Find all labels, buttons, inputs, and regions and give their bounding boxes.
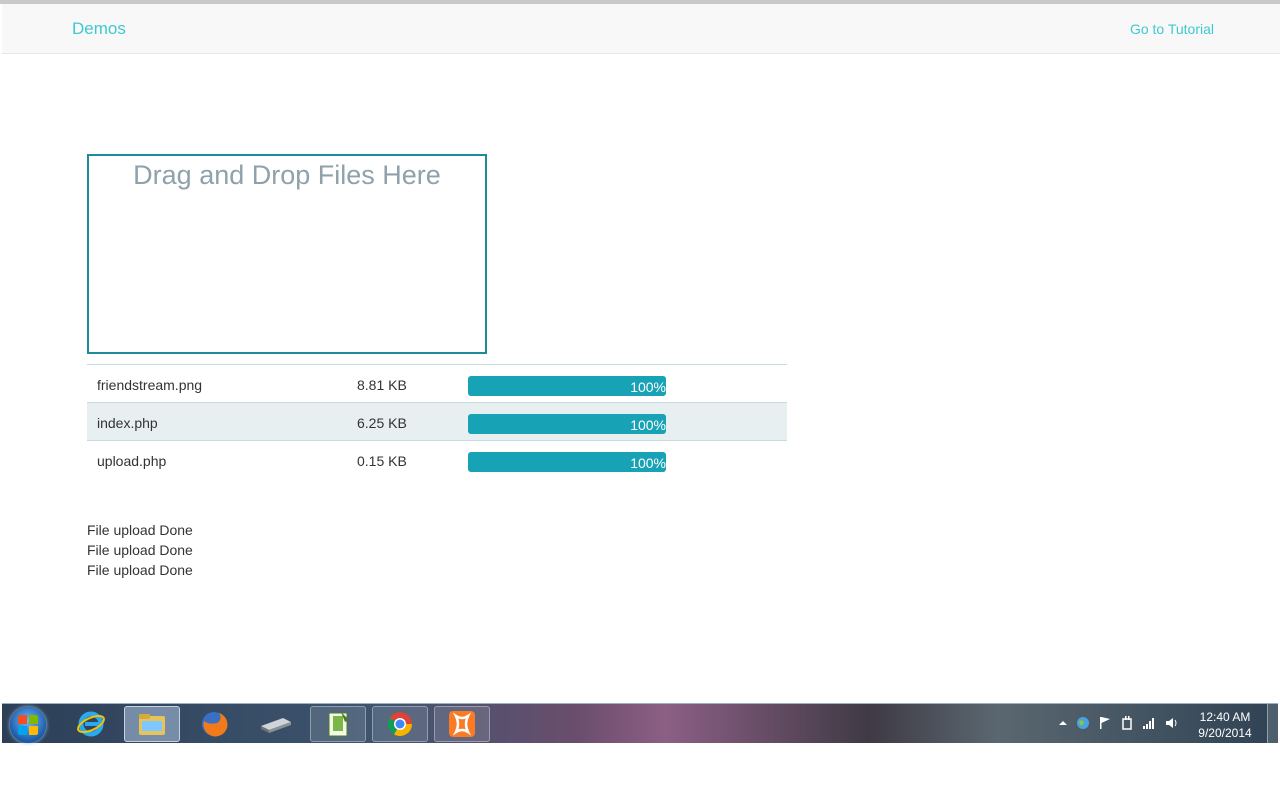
table-row: index.php 6.25 KB 100% bbox=[87, 403, 787, 441]
progress-label: 100% bbox=[630, 417, 666, 433]
progress-label: 100% bbox=[630, 455, 666, 471]
file-name: index.php bbox=[97, 415, 158, 431]
firefox-icon[interactable] bbox=[186, 706, 242, 742]
file-name: friendstream.png bbox=[97, 377, 203, 393]
file-name: upload.php bbox=[97, 453, 167, 469]
file-size: 0.15 KB bbox=[357, 453, 407, 469]
windows-logo-icon bbox=[18, 715, 27, 724]
file-table: friendstream.png 8.81 KB 100% index.php … bbox=[87, 364, 787, 478]
progress-bar: 100% bbox=[468, 414, 666, 434]
status-message: File upload Done bbox=[87, 562, 193, 578]
show-hidden-icons-icon[interactable] bbox=[1056, 716, 1070, 730]
chrome-icon[interactable] bbox=[372, 706, 428, 742]
file-explorer-icon[interactable] bbox=[124, 706, 180, 742]
file-size: 8.81 KB bbox=[357, 377, 407, 393]
progress-bar: 100% bbox=[468, 376, 666, 396]
system-tray: 12:40 AM 9/20/2014 bbox=[1048, 704, 1278, 743]
navbar: Demos Go to Tutorial bbox=[2, 4, 1280, 54]
clock-date: 9/20/2014 bbox=[1198, 726, 1252, 740]
drop-zone[interactable]: Drag and Drop Files Here bbox=[87, 154, 487, 354]
show-desktop-button[interactable] bbox=[1267, 704, 1278, 743]
table-row: upload.php 0.15 KB 100% bbox=[87, 441, 787, 478]
go-to-tutorial-link[interactable]: Go to Tutorial bbox=[1130, 21, 1214, 37]
scanner-icon[interactable] bbox=[248, 706, 304, 742]
signal-bars-icon[interactable] bbox=[1142, 716, 1156, 730]
file-size: 6.25 KB bbox=[357, 415, 407, 431]
windows-taskbar: 12:40 AM 9/20/2014 bbox=[2, 703, 1278, 743]
start-button[interactable] bbox=[10, 707, 46, 743]
brand-link[interactable]: Demos bbox=[72, 19, 126, 39]
progress-label: 100% bbox=[630, 379, 666, 395]
notepad-plus-plus-icon[interactable] bbox=[310, 706, 366, 742]
progress-bar: 100% bbox=[468, 452, 666, 472]
internet-explorer-icon[interactable] bbox=[63, 706, 119, 742]
drop-zone-title: Drag and Drop Files Here bbox=[133, 160, 441, 190]
network-globe-icon[interactable] bbox=[1076, 716, 1090, 730]
power-icon[interactable] bbox=[1120, 716, 1134, 730]
action-center-flag-icon[interactable] bbox=[1098, 716, 1112, 730]
table-row: friendstream.png 8.81 KB 100% bbox=[87, 365, 787, 403]
taskbar-clock[interactable]: 12:40 AM 9/20/2014 bbox=[1190, 709, 1260, 741]
upload-status-list: File upload Done File upload Done File u… bbox=[87, 520, 193, 580]
status-message: File upload Done bbox=[87, 542, 193, 558]
xampp-icon[interactable] bbox=[434, 706, 490, 742]
status-message: File upload Done bbox=[87, 522, 193, 538]
clock-time: 12:40 AM bbox=[1199, 710, 1251, 724]
volume-icon[interactable] bbox=[1164, 716, 1178, 730]
